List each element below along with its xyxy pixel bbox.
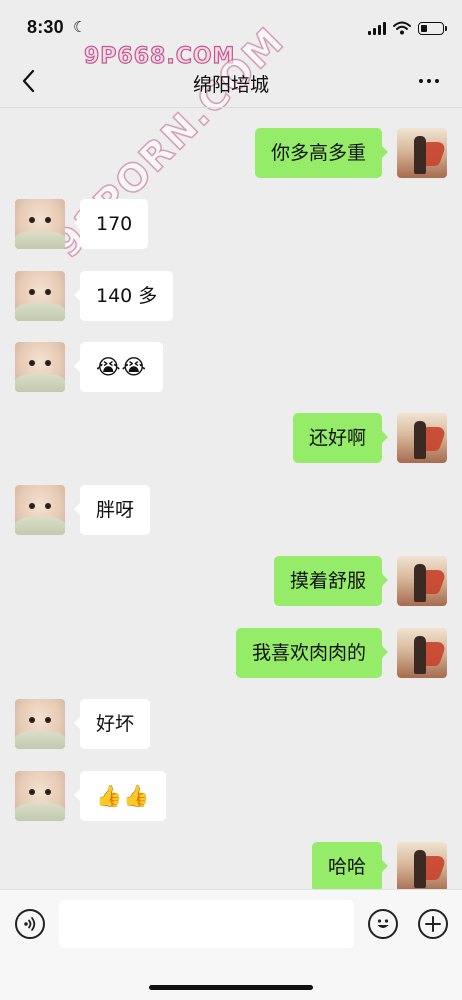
message-bubble[interactable]: 140 多 xyxy=(73,271,174,321)
message-bubble[interactable]: 摸着舒服 xyxy=(273,556,389,606)
more-actions-button[interactable] xyxy=(418,909,448,939)
message-row: 😭😭 xyxy=(0,342,462,392)
message-row: 你多高多重 xyxy=(0,128,462,178)
input-bar xyxy=(0,889,462,1000)
my-avatar[interactable] xyxy=(397,628,447,678)
moon-icon: ☾ xyxy=(73,18,87,36)
my-avatar[interactable] xyxy=(397,413,447,463)
home-indicator xyxy=(149,985,313,990)
contact-avatar[interactable] xyxy=(15,199,65,249)
battery-level-fill xyxy=(421,24,427,32)
message-bubble[interactable]: 哈哈 xyxy=(311,842,389,892)
contact-avatar[interactable] xyxy=(15,342,65,392)
message-row: 摸着舒服 xyxy=(0,556,462,606)
message-bubble[interactable]: 胖呀 xyxy=(73,485,151,535)
status-time: 8:30 xyxy=(27,17,64,37)
voice-input-button[interactable] xyxy=(15,909,45,939)
battery-icon xyxy=(418,21,447,35)
plus-circle-icon xyxy=(425,916,441,932)
contact-avatar[interactable] xyxy=(15,699,65,749)
message-row: 170 xyxy=(0,199,462,249)
message-row: 哈哈 xyxy=(0,842,462,892)
chat-header: 绵阳培城 xyxy=(0,56,462,108)
system-icons xyxy=(368,20,447,36)
message-bubble[interactable]: 170 xyxy=(73,199,149,249)
my-avatar[interactable] xyxy=(397,556,447,606)
more-dots-icon xyxy=(419,79,423,83)
chat-title: 绵阳培城 xyxy=(192,74,269,96)
my-avatar[interactable] xyxy=(397,842,447,892)
message-input[interactable] xyxy=(59,900,354,948)
message-row: 胖呀 xyxy=(0,485,462,535)
message-bubble[interactable]: 我喜欢肉肉的 xyxy=(235,628,389,678)
message-bubble[interactable]: 👍👍 xyxy=(73,771,167,821)
message-row: 好坏 xyxy=(0,699,462,749)
contact-avatar[interactable] xyxy=(15,271,65,321)
cellular-signal-icon xyxy=(368,21,386,35)
contact-avatar[interactable] xyxy=(15,771,65,821)
contact-avatar[interactable] xyxy=(15,485,65,535)
emoji-button[interactable] xyxy=(368,909,398,939)
message-bubble[interactable]: 你多高多重 xyxy=(254,128,389,178)
message-bubble[interactable]: 好坏 xyxy=(73,699,151,749)
my-avatar[interactable] xyxy=(397,128,447,178)
header-divider xyxy=(0,107,462,108)
message-bubble[interactable]: 😭😭 xyxy=(73,342,164,392)
message-row: 👍👍 xyxy=(0,771,462,821)
message-row: 还好啊 xyxy=(0,413,462,463)
wifi-icon xyxy=(393,21,411,35)
message-bubble[interactable]: 还好啊 xyxy=(292,413,389,463)
message-row: 140 多 xyxy=(0,271,462,321)
message-row: 我喜欢肉肉的 xyxy=(0,628,462,678)
voice-input-icon xyxy=(24,917,36,931)
emoji-icon xyxy=(377,919,389,928)
more-button[interactable] xyxy=(414,68,444,94)
